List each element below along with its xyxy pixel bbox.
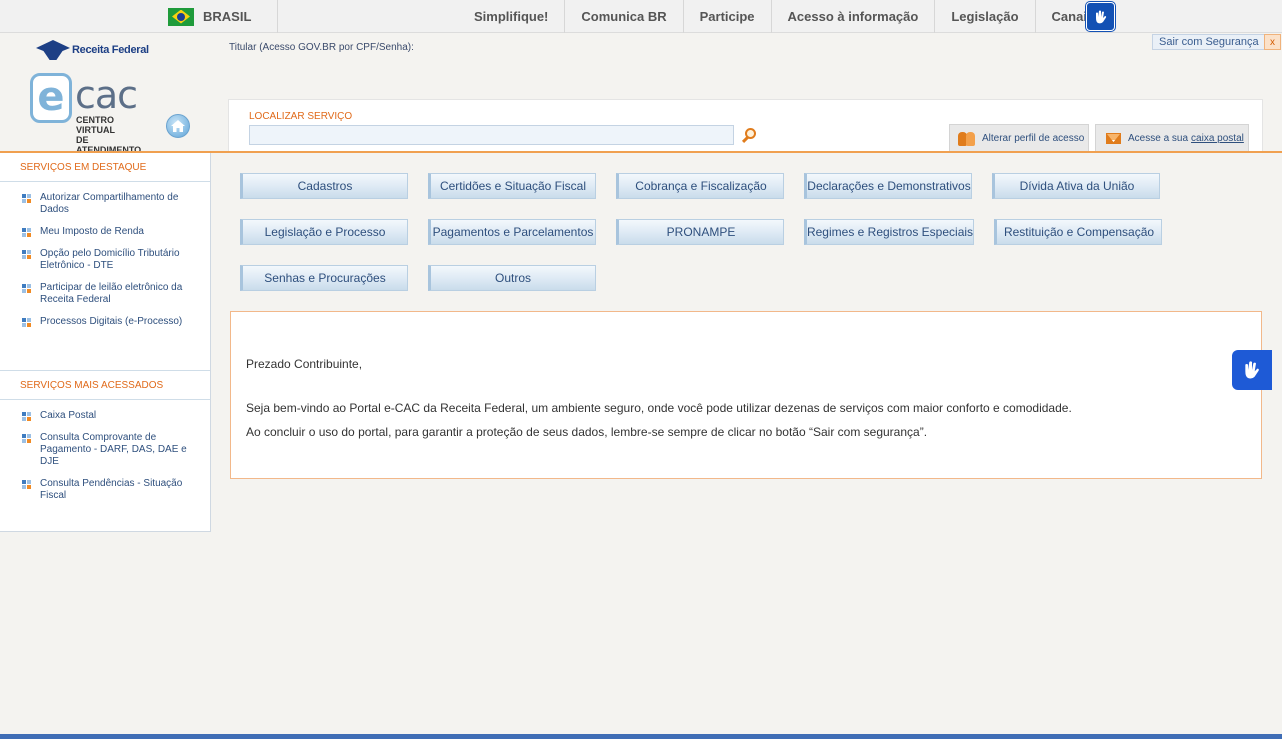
sidebar-item-caixa-postal[interactable]: Caixa Postal	[22, 410, 202, 422]
category-button-restituicao[interactable]: Restituição e Compensação	[994, 219, 1162, 245]
mail-icon	[1106, 133, 1121, 144]
home-icon[interactable]	[166, 114, 190, 138]
servicos-destaque-heading: SERVIÇOS EM DESTAQUE	[0, 153, 210, 182]
gov-link-participe[interactable]: Participe	[684, 0, 772, 33]
gov-link-comunica-br[interactable]: Comunica BR	[565, 0, 684, 33]
sidebar-item-consulta-pendencias[interactable]: Consulta Pendências - Situação Fiscal	[22, 478, 202, 502]
gov-brasil-label: BRASIL	[203, 9, 252, 24]
sidebar-item-opcao-dte[interactable]: Opção pelo Domicílio Tributário Eletrôni…	[22, 248, 202, 272]
sidebar-item-label: Participar de leilão eletrônico da Recei…	[40, 282, 183, 305]
sidebar-item-label: Consulta Pendências - Situação Fiscal	[40, 478, 183, 501]
welcome-greeting: Prezado Contribuinte,	[246, 357, 363, 371]
ecac-logo-subtitle: CENTRO VIRTUAL DE ATENDIMENTO	[76, 115, 155, 155]
category-button-cadastros[interactable]: Cadastros	[240, 173, 408, 199]
search-input[interactable]	[249, 125, 734, 145]
bullet-icon	[22, 480, 31, 489]
sidebar-item-processos-digitais[interactable]: Processos Digitais (e-Processo)	[22, 316, 202, 328]
caixa-postal-prefix: Acesse a sua	[1128, 133, 1189, 144]
category-button-outros[interactable]: Outros	[428, 265, 596, 291]
brazil-flag-icon	[168, 7, 194, 26]
sidebar-item-meu-imposto-de-renda[interactable]: Meu Imposto de Renda	[22, 226, 202, 238]
gov-brasil-link[interactable]: BRASIL	[168, 0, 278, 33]
vlibras-hand-icon[interactable]	[1232, 350, 1272, 390]
ecac-sub-line1: CENTRO VIRTUAL	[76, 115, 115, 135]
category-button-certidoes[interactable]: Certidões e Situação Fiscal	[428, 173, 596, 199]
bullet-icon	[22, 434, 31, 443]
receita-federal-logo[interactable]: Receita Federal	[36, 40, 149, 60]
bullet-icon	[22, 284, 31, 293]
sair-com-seguranca-button[interactable]: Sair com Segurança	[1152, 34, 1266, 50]
gov-links: Simplifique! Comunica BR Participe Acess…	[458, 0, 1110, 33]
bullet-icon	[22, 318, 31, 327]
hand-sign-icon[interactable]	[1086, 2, 1115, 31]
ecac-logo-cac: cac	[75, 73, 138, 117]
servicos-destaque-list: Autorizar Compartilhamento de Dados Meu …	[0, 182, 210, 328]
alterar-perfil-label: Alterar perfil de acesso	[982, 133, 1085, 144]
sidebar-item-label: Caixa Postal	[40, 410, 97, 421]
servicos-acessados-heading: SERVIÇOS MAIS ACESSADOS	[0, 371, 210, 400]
bullet-icon	[22, 194, 31, 203]
servicos-acessados-section: SERVIÇOS MAIS ACESSADOS Caixa Postal Con…	[0, 371, 210, 512]
footer-bar	[0, 734, 1282, 739]
sidebar-item-label: Autorizar Compartilhamento de Dados	[40, 192, 179, 215]
servicos-acessados-list: Caixa Postal Consulta Comprovante de Pag…	[0, 400, 210, 502]
bullet-icon	[22, 228, 31, 237]
category-button-divida-ativa[interactable]: Dívida Ativa da União	[992, 173, 1160, 199]
sidebar-item-label: Meu Imposto de Renda	[40, 226, 144, 237]
category-button-senhas[interactable]: Senhas e Procurações	[240, 265, 408, 291]
gov-link-simplifique[interactable]: Simplifique!	[458, 0, 566, 33]
alterar-perfil-button[interactable]: Alterar perfil de acesso	[949, 124, 1089, 152]
sidebar: SERVIÇOS EM DESTAQUE Autorizar Compartil…	[0, 153, 211, 532]
bullet-icon	[22, 412, 31, 421]
welcome-message-box: Prezado Contribuinte, Seja bem-vindo ao …	[230, 311, 1262, 479]
search-icon[interactable]	[741, 128, 758, 144]
category-button-declaracoes[interactable]: Declarações e Demonstrativos	[804, 173, 972, 199]
category-button-regimes[interactable]: Regimes e Registros Especiais	[804, 219, 974, 245]
gov-link-acesso-informacao[interactable]: Acesso à informação	[772, 0, 936, 33]
users-icon	[958, 131, 976, 146]
category-button-legislacao[interactable]: Legislação e Processo	[240, 219, 408, 245]
eagle-icon	[36, 40, 70, 60]
receita-federal-logo-text: Receita Federal	[72, 44, 149, 56]
caixa-postal-button[interactable]: Acesse a sua caixa postal	[1095, 124, 1249, 152]
gov-bar: BRASIL Simplifique! Comunica BR Particip…	[0, 0, 1282, 33]
caixa-postal-link[interactable]: caixa postal	[1191, 133, 1244, 144]
ecac-logo[interactable]: e cac CENTRO VIRTUAL DE ATENDIMENTO	[30, 73, 155, 155]
sidebar-item-autorizar-compartilhamento[interactable]: Autorizar Compartilhamento de Dados	[22, 192, 202, 216]
category-button-pagamentos[interactable]: Pagamentos e Parcelamentos	[428, 219, 596, 245]
sidebar-item-label: Opção pelo Domicílio Tributário Eletrôni…	[40, 248, 180, 271]
welcome-text: Seja bem-vindo ao Portal e-CAC da Receit…	[246, 401, 1072, 415]
search-label: LOCALIZAR SERVIÇO	[249, 111, 353, 122]
sidebar-item-consulta-comprovante[interactable]: Consulta Comprovante de Pagamento - DARF…	[22, 432, 202, 468]
category-button-pronampe[interactable]: PRONAMPE	[616, 219, 784, 245]
sidebar-item-leilao-eletronico[interactable]: Participar de leilão eletrônico da Recei…	[22, 282, 202, 306]
gov-link-legislacao[interactable]: Legislação	[935, 0, 1036, 33]
sidebar-item-label: Processos Digitais (e-Processo)	[40, 316, 183, 327]
search-panel: LOCALIZAR SERVIÇO Alterar perfil de aces…	[228, 99, 1263, 152]
ecac-logo-e: e	[30, 73, 72, 123]
close-icon[interactable]: x	[1264, 34, 1281, 50]
titular-info: Titular (Acesso GOV.BR por CPF/Senha):	[229, 42, 414, 53]
category-button-cobranca[interactable]: Cobrança e Fiscalização	[616, 173, 784, 199]
sidebar-item-label: Consulta Comprovante de Pagamento - DARF…	[40, 432, 187, 467]
welcome-reminder: Ao concluir o uso do portal, para garant…	[246, 425, 928, 439]
bullet-icon	[22, 250, 31, 259]
